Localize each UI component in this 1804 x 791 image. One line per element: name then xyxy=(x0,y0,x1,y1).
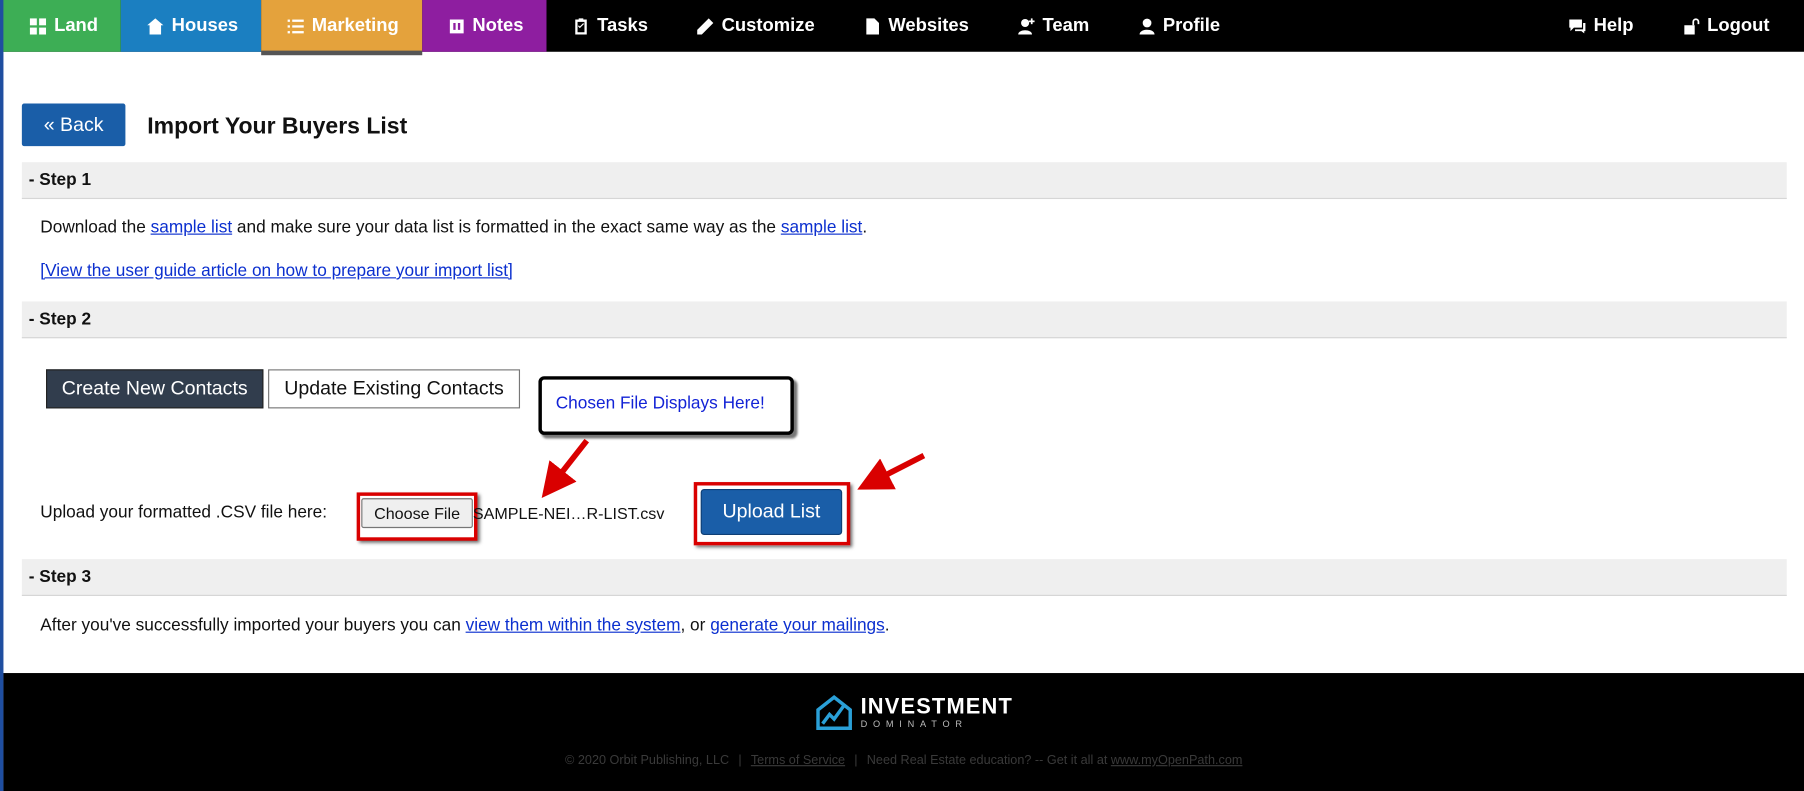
openpath-link[interactable]: www.myOpenPath.com xyxy=(1111,754,1243,768)
step1-text: . xyxy=(862,217,868,238)
footer-logo[interactable]: INVESTMENT DOMINATOR xyxy=(815,694,1013,731)
page-title: Import Your Buyers List xyxy=(147,113,408,140)
pencil-icon xyxy=(696,17,714,35)
step2-header[interactable]: - Step 2 xyxy=(21,301,1787,339)
list-icon xyxy=(286,17,304,35)
nav-label: Tasks xyxy=(597,15,649,36)
step1-text: Download the xyxy=(40,217,151,238)
nav-profile[interactable]: Profile xyxy=(1112,0,1243,52)
logo-subtitle: DOMINATOR xyxy=(860,718,968,729)
nav-label: Marketing xyxy=(311,15,399,36)
notes-icon xyxy=(447,17,465,35)
nav-label: Profile xyxy=(1162,15,1221,36)
user-add-icon xyxy=(1017,17,1035,35)
step3-text: , or xyxy=(680,615,711,636)
create-new-contacts-button[interactable]: Create New Contacts xyxy=(46,369,264,409)
footer xyxy=(3,673,1804,791)
unlock-icon xyxy=(1682,17,1700,35)
chosen-file-name: SAMPLE-NEI…R-LIST.csv xyxy=(472,503,665,523)
guide-link-row: [View the user guide article on how to p… xyxy=(40,261,513,281)
nav-label: Notes xyxy=(472,15,524,36)
upload-label: Upload your formatted .CSV file here: xyxy=(40,502,328,523)
nav-label: Houses xyxy=(171,15,239,36)
footer-links: © 2020 Orbit Publishing, LLC | Terms of Se… xyxy=(565,753,1243,768)
house-chart-logo-icon xyxy=(816,695,852,730)
nav-label: Customize xyxy=(721,15,815,36)
home-icon xyxy=(146,17,164,35)
annotation-callout: Chosen File Displays Here! xyxy=(538,376,794,435)
back-button[interactable]: « Back xyxy=(21,103,126,147)
user-guide-link[interactable]: [View the user guide article on how to p… xyxy=(40,261,513,281)
nav-websites[interactable]: Websites xyxy=(838,0,992,52)
nav-notes[interactable]: Notes xyxy=(421,0,547,52)
nav-label: Help xyxy=(1593,15,1634,36)
nav-label: Logout xyxy=(1707,15,1770,36)
step1-text: and make sure your data list is formatte… xyxy=(232,217,781,238)
update-existing-contacts-button[interactable]: Update Existing Contacts xyxy=(268,369,521,409)
nav-label: Websites xyxy=(888,15,969,36)
nav-marketing[interactable]: Marketing xyxy=(261,0,422,56)
user-icon xyxy=(1138,17,1156,35)
education-text: Need Real Estate education? -- Get it al… xyxy=(866,753,1111,768)
nav-label: Team xyxy=(1042,15,1090,36)
arrow-to-upload xyxy=(857,453,926,490)
step3-instructions: After you've successfully imported your … xyxy=(40,616,889,636)
step3-text: After you've successfully imported your … xyxy=(40,615,466,636)
nav-customize[interactable]: Customize xyxy=(671,0,838,52)
upload-list-button[interactable]: Upload List xyxy=(700,488,843,535)
nav-right: Help Logout xyxy=(1543,0,1804,52)
nav-land[interactable]: Land xyxy=(3,0,122,52)
choose-file-button[interactable]: Choose File xyxy=(361,498,473,529)
document-icon xyxy=(863,17,881,35)
nav-team[interactable]: Team xyxy=(992,0,1112,52)
step1-header[interactable]: - Step 1 xyxy=(21,162,1787,200)
grid-icon xyxy=(29,17,47,35)
step3-text: . xyxy=(884,615,890,636)
step1-instructions: Download the sample list and make sure y… xyxy=(40,217,867,237)
nav-label: Land xyxy=(54,15,99,36)
chat-icon xyxy=(1568,17,1586,35)
sample-list-link[interactable]: sample list xyxy=(151,217,233,237)
copyright-text: © 2020 Orbit Publishing, LLC xyxy=(565,753,730,768)
nav-help[interactable]: Help xyxy=(1543,0,1657,52)
sample-list-link-2[interactable]: sample list xyxy=(781,217,863,237)
nav-tasks[interactable]: Tasks xyxy=(547,0,671,52)
top-nav: Land Houses Marketing Notes Tasks Custom… xyxy=(3,0,1804,56)
nav-houses[interactable]: Houses xyxy=(121,0,262,52)
generate-mailings-link[interactable]: generate your mailings xyxy=(710,616,885,636)
step3-header[interactable]: - Step 3 xyxy=(21,559,1787,596)
logo-wordmark: INVESTMENT xyxy=(860,694,1013,719)
clipboard-icon xyxy=(572,17,590,35)
arrow-to-filename xyxy=(541,438,590,499)
nav-logout[interactable]: Logout xyxy=(1657,0,1804,52)
page: Land Houses Marketing Notes Tasks Custom… xyxy=(0,0,1804,791)
view-contacts-link[interactable]: view them within the system xyxy=(466,616,681,636)
terms-link[interactable]: Terms of Service xyxy=(751,754,845,768)
